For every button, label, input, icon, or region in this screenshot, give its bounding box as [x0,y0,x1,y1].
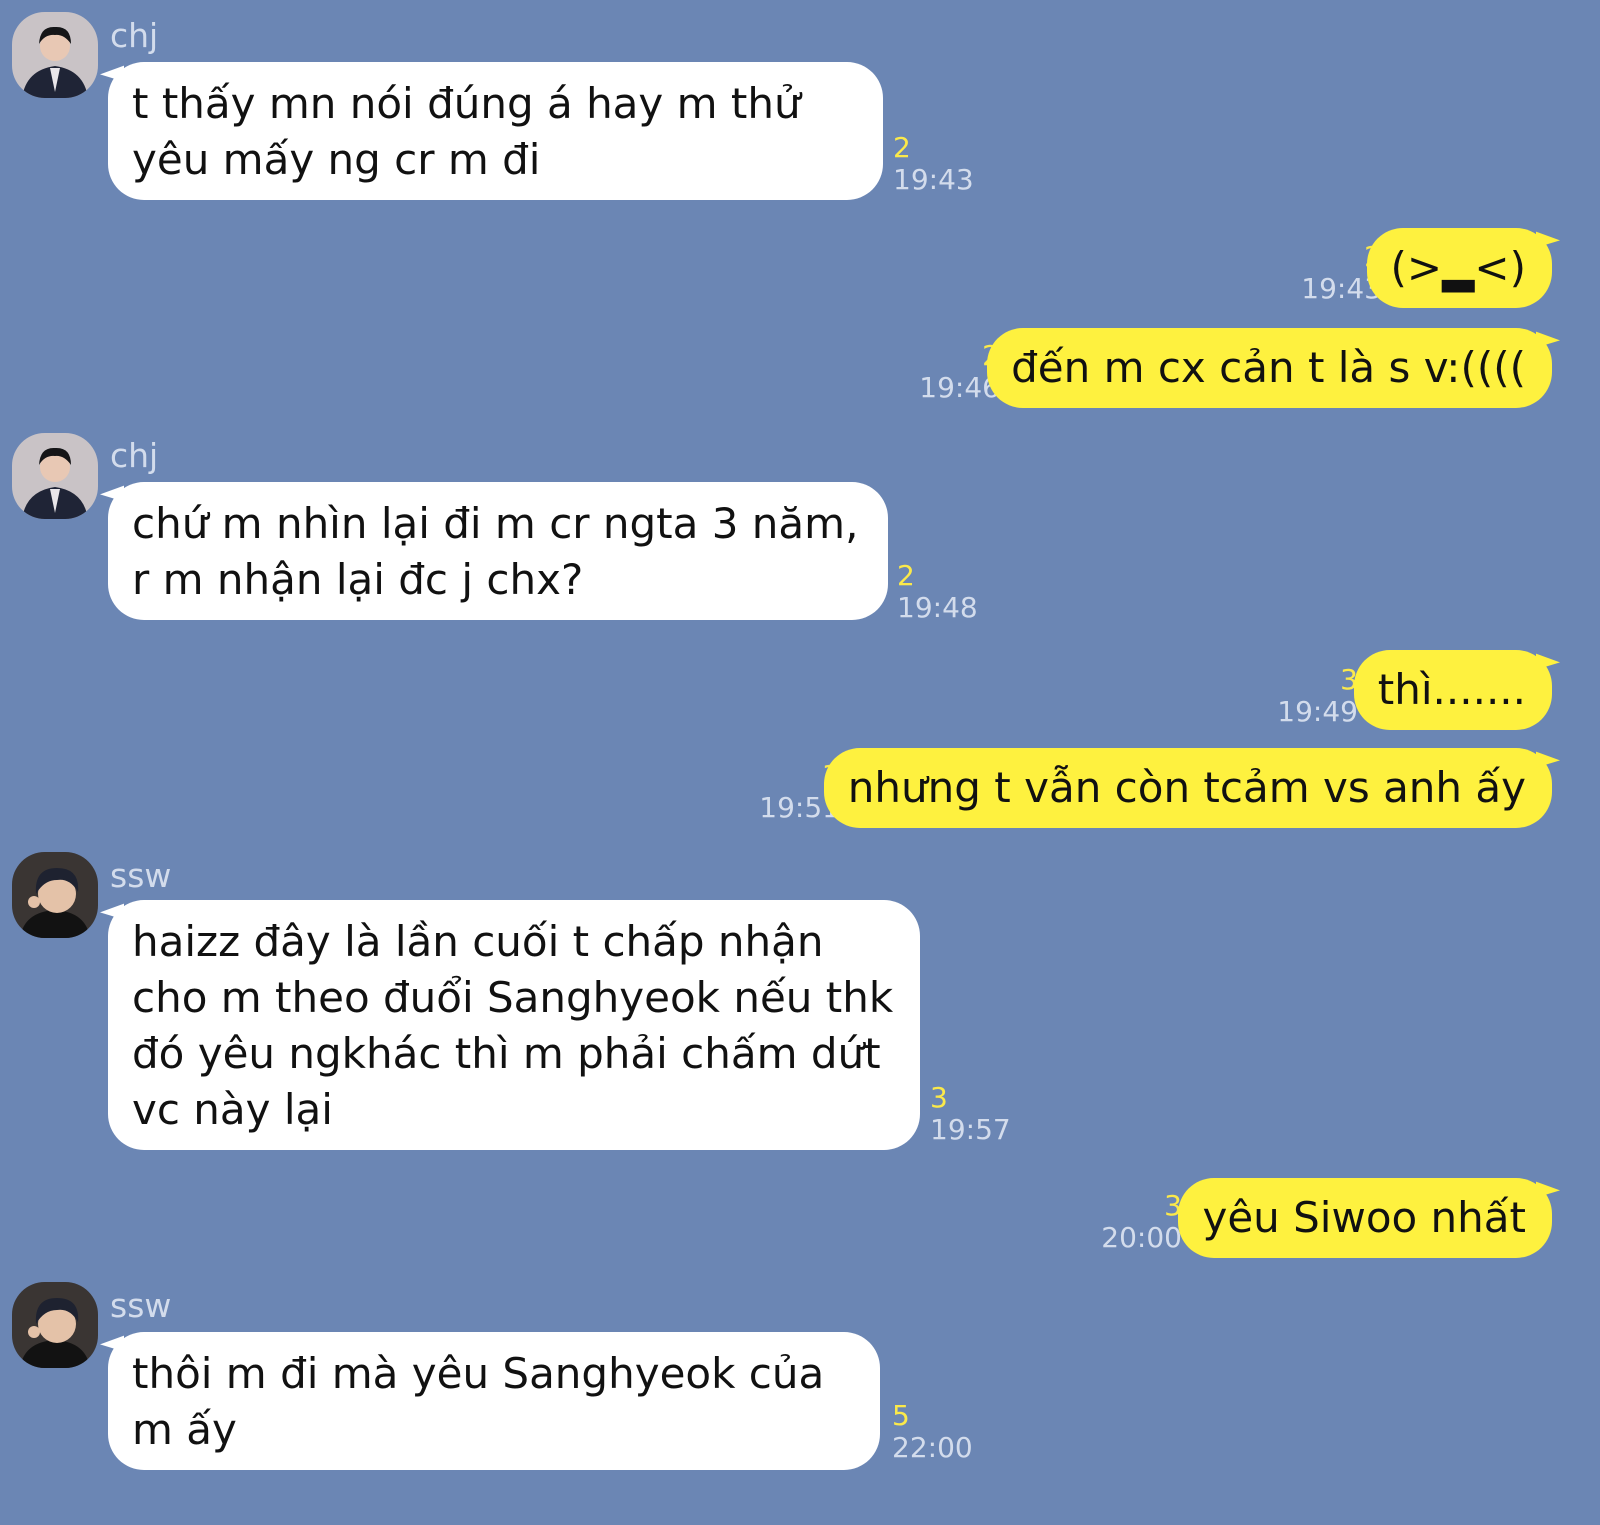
message-bubble[interactable]: yêu Siwoo nhất [1178,1178,1552,1258]
message-bubble[interactable]: thôi m đi mà yêu Sanghyeok của m ấy [108,1332,880,1470]
timestamp: 19:48 [897,591,978,624]
sender-name: chj [110,436,159,475]
chj-avatar-icon[interactable] [12,12,98,98]
timestamp: 20:00 [1101,1221,1182,1254]
profile-photo-icon [12,1282,98,1368]
timestamp: 22:00 [892,1431,973,1464]
read-count: 3 [1340,663,1358,696]
timestamp: 19:49 [1277,695,1358,728]
message-bubble[interactable]: (>▂<) [1366,228,1552,308]
read-count: 3 [1164,1189,1182,1222]
message-bubble[interactable]: đến m cx cản t là s v:(((( [987,328,1552,408]
ssw-avatar-icon[interactable] [12,852,98,938]
read-count: 2 [897,559,915,592]
message-bubble[interactable]: haizz đây là lần cuối t chấp nhận cho m … [108,900,920,1150]
message-meta: 3 19:57 [930,1082,1011,1146]
message-meta: 2 19:43 [893,132,974,196]
message-meta: 3 19:49 [1277,664,1358,728]
message-bubble[interactable]: chứ m nhìn lại đi m cr ngta 3 năm, r m n… [108,482,888,620]
chj-avatar-icon[interactable] [12,433,98,519]
timestamp: 19:57 [930,1113,1011,1146]
message-bubble[interactable]: nhưng t vẫn còn tcảm vs anh ấy [823,748,1552,828]
message-bubble[interactable]: thì....... [1353,650,1552,730]
read-count: 2 [893,131,911,164]
profile-photo-icon [12,433,98,519]
read-count: 5 [892,1399,910,1432]
profile-photo-icon [12,12,98,98]
message-bubble[interactable]: t thấy mn nói đúng á hay m thử yêu mấy n… [108,62,883,200]
ssw-avatar-icon[interactable] [12,1282,98,1368]
timestamp: 19:43 [893,163,974,196]
profile-photo-icon [12,852,98,938]
sender-name: ssw [110,1286,172,1325]
message-meta: 2 19:48 [897,560,978,624]
sender-name: ssw [110,856,172,895]
read-count: 3 [930,1081,948,1114]
message-meta: 3 20:00 [1101,1190,1182,1254]
message-meta: 5 22:00 [892,1400,973,1464]
sender-name: chj [110,16,159,55]
